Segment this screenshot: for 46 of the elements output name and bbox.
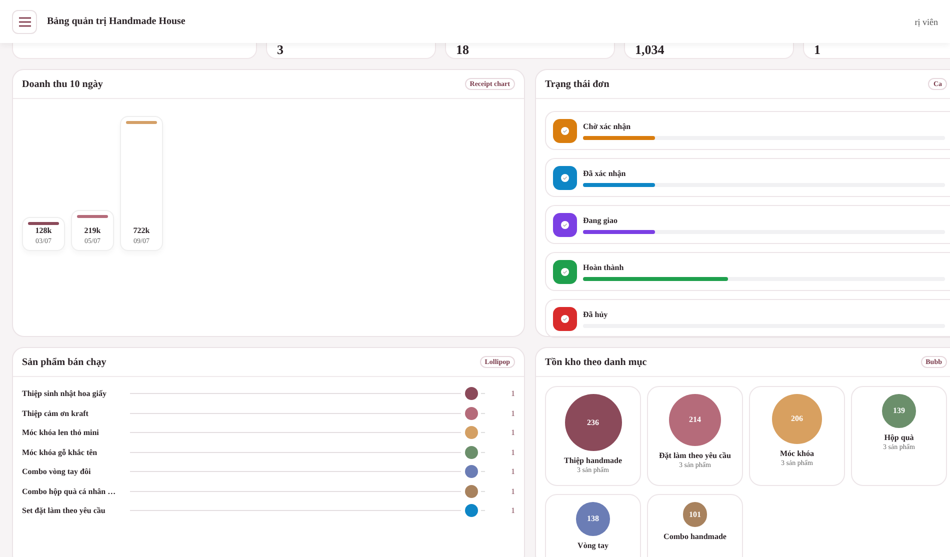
stat-value: 1,034 bbox=[635, 43, 664, 57]
category-name: Thiệp handmade bbox=[564, 456, 622, 465]
stock-bubble: 214 bbox=[669, 394, 721, 446]
category-name: Combo handmade bbox=[664, 532, 726, 541]
product-count: 1 bbox=[510, 428, 515, 438]
status-label: Đã hủy bbox=[583, 310, 609, 318]
product-name: Combo vòng tay đôi bbox=[22, 467, 92, 476]
product-count: 1 bbox=[510, 506, 515, 516]
product-name: Móc khóa len thỏ mini bbox=[22, 428, 100, 438]
stat-value: 18 bbox=[456, 43, 469, 57]
bar-amount: 219k bbox=[84, 226, 101, 235]
stat-value: 3 bbox=[277, 43, 284, 57]
product-name: Móc khóa gỗ khắc tên bbox=[22, 448, 98, 457]
bar-amount: 722k bbox=[133, 226, 150, 235]
stock-bubble: 139 bbox=[882, 394, 916, 428]
page-title: Bảng quản trị Handmade House bbox=[47, 16, 186, 27]
category-name: Hộp quà bbox=[884, 432, 914, 442]
stock-bubble: 206 bbox=[772, 394, 822, 444]
product-name: Set đặt làm theo yêu cầu bbox=[22, 506, 106, 516]
product-count: 1 bbox=[510, 467, 515, 476]
product-name: Thiệp sinh nhật hoa giấy bbox=[22, 389, 108, 398]
panel-title: Sản phẩm bán chạy bbox=[22, 356, 106, 368]
category-name: Đặt làm theo yêu cầu bbox=[659, 450, 731, 460]
product-count: 1 bbox=[510, 486, 515, 496]
stock-bubble: 138 bbox=[576, 502, 610, 536]
product-count: 1 bbox=[510, 408, 515, 418]
product-name: Combo hộp quà cá nhân … bbox=[22, 486, 117, 496]
category-name: Móc khóa bbox=[780, 448, 814, 458]
status-label: Chờ xác nhận bbox=[583, 122, 632, 130]
menu-button[interactable] bbox=[12, 10, 37, 34]
user-label: rị viên bbox=[914, 16, 938, 26]
stock-bubble: 236 bbox=[564, 394, 622, 451]
status-label: Đang giao bbox=[583, 216, 618, 224]
stock-bubble: 101 bbox=[682, 502, 708, 527]
category-name: Vòng tay bbox=[578, 540, 608, 550]
panel-title: Trạng thái đơn bbox=[545, 78, 610, 90]
status-label: Đã xác nhận bbox=[583, 168, 627, 178]
product-name: Thiệp cảm ơn kraft bbox=[22, 408, 90, 418]
product-count: 1 bbox=[510, 448, 515, 457]
panel-title: Doanh thu 10 ngày bbox=[22, 78, 103, 90]
product-count: 1 bbox=[510, 389, 515, 398]
status-label: Hoàn thành bbox=[583, 262, 625, 272]
panel-title: Tồn kho theo danh mục bbox=[545, 356, 647, 368]
bar-amount: 128k bbox=[35, 226, 52, 235]
menu-icon bbox=[18, 16, 30, 26]
stat-value: 1 bbox=[814, 43, 820, 57]
